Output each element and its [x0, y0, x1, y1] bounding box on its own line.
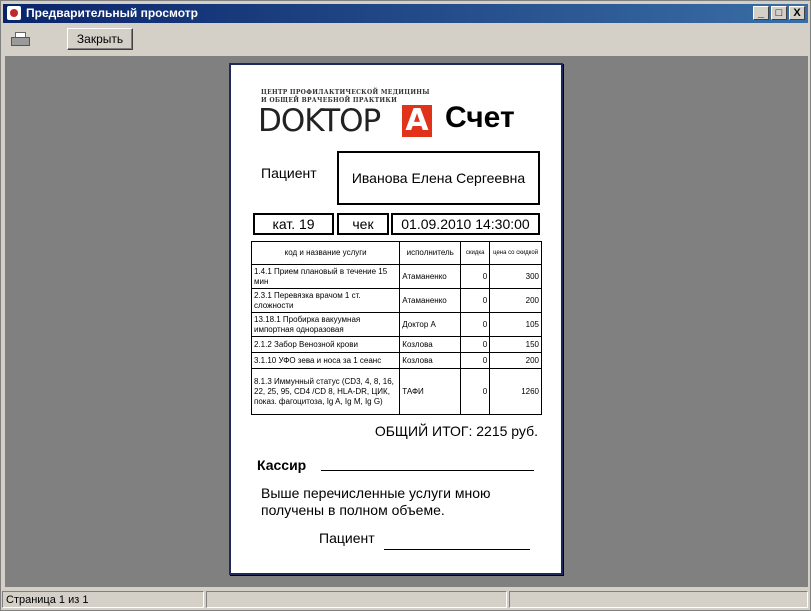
- status-page: Страница 1 из 1: [2, 591, 204, 608]
- discount-cell: 0: [460, 336, 491, 353]
- service-cell: 2.3.1 Перевязка врачом 1 ст. сложности: [250, 288, 401, 313]
- performer-cell: Козлова: [399, 352, 462, 369]
- window-title: Предварительный просмотр: [26, 6, 198, 20]
- price-cell: 1260: [489, 368, 542, 415]
- service-cell: 1.4.1 Прием плановый в течение 15 мин: [250, 264, 401, 289]
- service-cell: 13.18.1 Пробирка вакуумная импортная одн…: [250, 312, 401, 337]
- header-service: код и название услуги: [250, 241, 401, 265]
- service-cell: 8.1.3 Иммунный статус (CD3, 4, 8, 16, 22…: [250, 368, 401, 415]
- logo-letter: A: [402, 105, 432, 137]
- table-row: 2.1.2 Забор Венозной крови Козлова 0 150: [250, 336, 542, 353]
- patient-label: Пациент: [261, 165, 317, 181]
- table-row: 3.1.10 УФО зева и носа за 1 сеанс Козлов…: [250, 352, 542, 369]
- performer-cell: Атаманенко: [399, 264, 462, 289]
- service-cell: 2.1.2 Забор Венозной крови: [250, 336, 401, 353]
- price-cell: 150: [489, 336, 542, 353]
- price-cell: 300: [489, 264, 542, 289]
- price-cell: 105: [489, 312, 542, 337]
- maximize-button[interactable]: □: [771, 6, 787, 20]
- category-box: кат. 19: [253, 213, 334, 235]
- invoice-heading: Счет: [445, 101, 515, 134]
- header-performer: исполнитель: [399, 241, 462, 265]
- check-box: чек: [337, 213, 389, 235]
- status-cell-3: [509, 591, 808, 608]
- patient-signature-label: Пациент: [319, 530, 375, 546]
- cashier-signature-line: [321, 470, 534, 471]
- app-icon: [7, 6, 21, 20]
- discount-cell: 0: [460, 264, 491, 289]
- close-window-button[interactable]: X: [789, 6, 805, 20]
- document-page: ЦЕНТР ПРОФИЛАКТИЧЕСКОЙ МЕДИЦИНЫ И ОБЩЕЙ …: [229, 63, 563, 575]
- performer-cell: Козлова: [399, 336, 462, 353]
- table-row: 13.18.1 Пробирка вакуумная импортная одн…: [250, 312, 542, 337]
- performer-cell: Атаманенко: [399, 288, 462, 313]
- datetime-box: 01.09.2010 14:30:00: [391, 213, 540, 235]
- price-cell: 200: [489, 352, 542, 369]
- header-discount: скидка: [460, 241, 491, 265]
- status-bar: Страница 1 из 1: [1, 590, 810, 610]
- table-row: 2.3.1 Перевязка врачом 1 ст. сложности А…: [250, 288, 542, 313]
- patient-name: Иванова Елена Сергеевна: [337, 151, 540, 205]
- table-row: 8.1.3 Иммунный статус (CD3, 4, 8, 16, 22…: [250, 368, 542, 415]
- minimize-button[interactable]: _: [753, 6, 769, 20]
- services-table: код и название услуги исполнитель скидка…: [250, 241, 542, 415]
- acknowledgement-text: Выше перечисленные услуги мною получены …: [261, 485, 491, 518]
- patient-signature-line: [384, 549, 530, 550]
- clinic-name-line1: ЦЕНТР ПРОФИЛАКТИЧЕСКОЙ МЕДИЦИНЫ: [261, 89, 430, 96]
- service-cell: 3.1.10 УФО зева и носа за 1 сеанс: [250, 352, 401, 369]
- logo-word: DOKTOP: [258, 103, 381, 139]
- table-row: 1.4.1 Прием плановый в течение 15 мин Ат…: [250, 264, 542, 289]
- table-header-row: код и название услуги исполнитель скидка…: [250, 241, 542, 265]
- performer-cell: ТАФИ: [399, 368, 462, 415]
- preview-window: Предварительный просмотр _ □ X Закрыть Ц…: [0, 0, 811, 611]
- price-cell: 200: [489, 288, 542, 313]
- discount-cell: 0: [460, 352, 491, 369]
- discount-cell: 0: [460, 288, 491, 313]
- discount-cell: 0: [460, 312, 491, 337]
- close-button[interactable]: Закрыть: [67, 28, 133, 50]
- header-price: цена со скидкой: [489, 241, 542, 265]
- discount-cell: 0: [460, 368, 491, 415]
- grand-total: ОБЩИЙ ИТОГ: 2215 руб.: [374, 423, 538, 439]
- status-cell-2: [206, 591, 507, 608]
- printer-icon[interactable]: [11, 32, 30, 46]
- title-bar: Предварительный просмотр _ □ X: [3, 4, 808, 23]
- performer-cell: Доктор А: [399, 312, 462, 337]
- cashier-label: Кассир: [257, 457, 307, 473]
